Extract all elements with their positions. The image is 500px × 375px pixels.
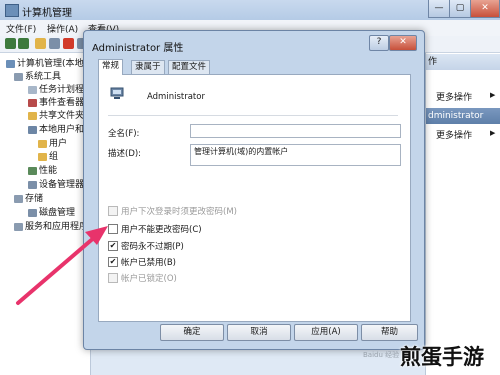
folder-icon: [38, 139, 47, 148]
actions-header: 作: [426, 54, 500, 70]
watermark-small: Baidu 经验: [363, 351, 400, 359]
delete-icon[interactable]: [63, 38, 74, 49]
fullname-field[interactable]: [190, 124, 401, 138]
arrow-right-icon: ▶: [490, 91, 496, 99]
menu-action[interactable]: 操作(A): [47, 22, 78, 35]
show-hide-tree-icon[interactable]: [49, 38, 60, 49]
navigation-tree: 计算机管理(本地) 系统工具 任务计划程序 事件查看器 共享文件夹 本地用户和组…: [0, 53, 93, 375]
checkbox-box[interactable]: [108, 223, 118, 234]
administrator-properties-dialog: Administrator 属性 ? ✕ 常规 隶属于 配置文件 Adminis…: [83, 30, 425, 350]
description-label: 描述(D):: [108, 149, 142, 159]
minimize-button[interactable]: —: [428, 0, 450, 18]
username-text: Administrator: [147, 92, 205, 102]
folder-up-icon[interactable]: [35, 38, 46, 49]
tree-item-users[interactable]: 用户: [38, 136, 67, 149]
forward-icon[interactable]: [18, 38, 29, 49]
more-actions-link[interactable]: 更多操作: [436, 90, 472, 103]
tab-member-of[interactable]: 隶属于: [131, 60, 165, 74]
actions-pane: 作 更多操作 ▶ dministrator 更多操作 ▶: [425, 53, 500, 375]
checkbox-account-locked: 帐户已锁定(O): [108, 272, 177, 284]
performance-icon: [28, 166, 37, 175]
description-field[interactable]: 管理计算机(域)的内置帐户: [190, 144, 401, 166]
apply-button[interactable]: 应用(A): [294, 324, 358, 341]
disk-icon: [28, 208, 37, 217]
services-icon: [14, 222, 23, 231]
checkbox-box-checked[interactable]: ✔: [108, 256, 118, 267]
storage-icon: [14, 194, 23, 203]
tree-item-disk-management[interactable]: 磁盘管理: [28, 205, 75, 218]
checkbox-box-checked[interactable]: ✔: [108, 240, 118, 251]
title-bar: 计算机管理 — ▢ ✕: [0, 0, 500, 21]
folder-icon: [38, 152, 47, 161]
event-viewer-icon: [28, 98, 37, 107]
menu-file[interactable]: 文件(F): [6, 22, 36, 35]
back-icon[interactable]: [5, 38, 16, 49]
users-icon: [28, 125, 37, 134]
tree-item-groups[interactable]: 组: [38, 149, 58, 162]
tab-profile[interactable]: 配置文件: [168, 60, 211, 74]
folder-icon: [28, 111, 37, 120]
tree-item-system-tools[interactable]: 系统工具: [14, 69, 61, 82]
dialog-title: Administrator 属性: [92, 43, 184, 54]
arrow-right-icon: ▶: [490, 129, 496, 137]
tree-item-device-manager[interactable]: 设备管理器: [28, 177, 84, 190]
dialog-help-button[interactable]: ?: [369, 35, 389, 51]
help-button[interactable]: 帮助: [361, 324, 418, 341]
user-account-icon: [110, 87, 124, 99]
tree-item-performance[interactable]: 性能: [28, 163, 57, 176]
window-title: 计算机管理: [22, 8, 72, 19]
tab-general[interactable]: 常规: [98, 59, 124, 75]
actions-header-administrator: dministrator: [426, 108, 500, 124]
general-tab-panel: Administrator 全名(F): 描述(D): 管理计算机(域)的内置帐…: [98, 74, 411, 322]
cancel-button[interactable]: 取消: [227, 324, 291, 341]
checkbox-must-change-password: 用户下次登录时须更改密码(M): [108, 205, 237, 217]
computer-management-icon: [5, 4, 19, 17]
computer-icon: [6, 59, 15, 68]
close-button[interactable]: ✕: [470, 0, 500, 18]
checkbox-box: [108, 272, 118, 283]
watermark-logo-text: 煎蛋手游: [400, 345, 484, 369]
maximize-button[interactable]: ▢: [449, 0, 471, 18]
tools-icon: [14, 72, 23, 81]
tree-item-storage[interactable]: 存储: [14, 191, 43, 204]
ok-button[interactable]: 确定: [160, 324, 224, 341]
checkbox-box: [108, 205, 118, 216]
checkbox-cannot-change-password[interactable]: 用户不能更改密码(C): [108, 223, 202, 235]
tree-item-shared-folders[interactable]: 共享文件夹: [28, 108, 84, 121]
checkbox-account-disabled[interactable]: ✔ 帐户已禁用(B): [108, 256, 176, 268]
separator: [108, 115, 398, 116]
dialog-close-button[interactable]: ✕: [389, 35, 417, 51]
device-manager-icon: [28, 180, 37, 189]
tree-item-services-apps[interactable]: 服务和应用程序: [14, 219, 88, 232]
fullname-label: 全名(F):: [108, 129, 140, 139]
checkbox-password-never-expires[interactable]: ✔ 密码永不过期(P): [108, 240, 184, 252]
tree-item-event-viewer[interactable]: 事件查看器: [28, 95, 84, 108]
tree-item-computer-management[interactable]: 计算机管理(本地): [6, 56, 87, 69]
more-actions-link-2[interactable]: 更多操作: [436, 128, 472, 141]
clock-icon: [28, 85, 37, 94]
